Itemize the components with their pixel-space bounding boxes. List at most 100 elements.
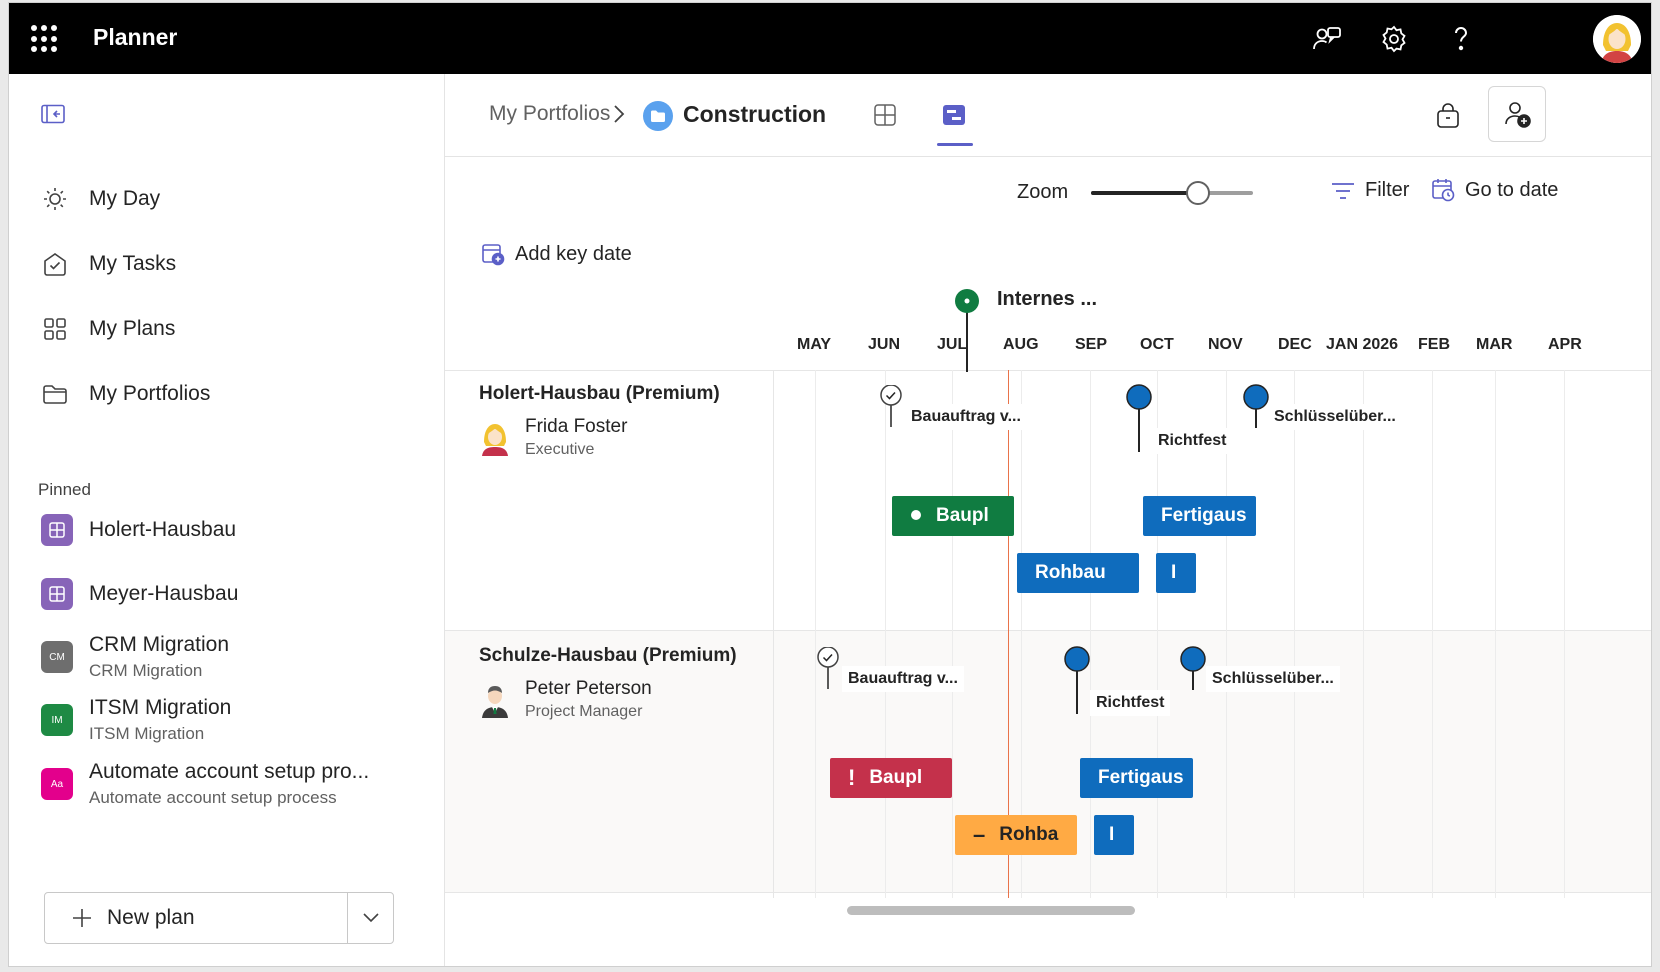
- feedback-icon[interactable]: [1311, 23, 1343, 55]
- main-area: My Portfolios Construction Zoom Filter G…: [445, 74, 1651, 966]
- pinned-title: ITSM Migration: [89, 696, 232, 719]
- month-grid-line: [1564, 370, 1565, 898]
- month-label: APR: [1548, 336, 1582, 353]
- month-grid-line: [1363, 370, 1364, 898]
- nav-my-day[interactable]: My Day: [41, 179, 160, 219]
- task-bar-label: Fertigaus: [1098, 767, 1184, 788]
- key-date-marker[interactable]: [953, 288, 981, 372]
- milestone-marker[interactable]: [1063, 646, 1091, 716]
- milestone-marker[interactable]: [1125, 384, 1153, 454]
- task-bar-label: I: [1109, 824, 1115, 845]
- task-bar[interactable]: ! Baupl: [830, 758, 952, 798]
- nav-label: My Tasks: [89, 252, 177, 275]
- month-label: OCT: [1140, 336, 1174, 353]
- milestone-complete-marker[interactable]: [879, 385, 907, 427]
- settings-icon[interactable]: [1378, 23, 1410, 55]
- app-launcher-icon[interactable]: [31, 25, 59, 53]
- nav-my-plans[interactable]: My Plans: [41, 309, 175, 349]
- milestone-label[interactable]: Richtfest: [1152, 428, 1233, 454]
- nav-my-tasks[interactable]: My Tasks: [41, 244, 176, 284]
- task-bar-label: I: [1171, 562, 1177, 583]
- month-label: JAN 2026: [1326, 336, 1399, 353]
- urgent-icon: !: [848, 765, 856, 790]
- nav-label: My Day: [89, 187, 161, 210]
- task-bar-label: Rohba: [999, 824, 1059, 845]
- milestone-label[interactable]: Bauauftrag v...: [842, 666, 964, 692]
- timeline: MAY JUN JUL AUG SEP OCT NOV DEC JAN 2026…: [445, 74, 1651, 966]
- plus-icon: [73, 909, 91, 927]
- plan-badge: Aa: [41, 768, 73, 800]
- month-label: SEP: [1075, 336, 1108, 353]
- month-label: NOV: [1208, 336, 1243, 353]
- timeline-top-divider: [445, 370, 1651, 371]
- sun-icon: [44, 188, 66, 210]
- plan-title[interactable]: Holert-Hausbau (Premium): [479, 383, 720, 405]
- row-divider: [445, 892, 1651, 893]
- month-label: FEB: [1418, 336, 1450, 353]
- row-divider: [445, 630, 1651, 631]
- pinned-title: Automate account setup pro...: [89, 760, 370, 783]
- milestone-label[interactable]: Schlüsselüber...: [1206, 666, 1340, 692]
- tasks-icon: [44, 253, 66, 276]
- pinned-item-holert-hausbau[interactable]: Holert-Hausbau: [41, 514, 236, 546]
- app-title: Planner: [93, 24, 178, 50]
- task-bar[interactable]: Rohbau: [1017, 553, 1139, 593]
- month-label: MAR: [1476, 336, 1513, 353]
- month-grid-line: [1495, 370, 1496, 898]
- collapse-sidebar-icon[interactable]: [41, 104, 65, 124]
- grid-icon: [44, 318, 66, 340]
- task-bar-label: Baupl: [869, 767, 923, 788]
- month-grid-line: [1432, 370, 1433, 898]
- pinned-title: CRM Migration: [89, 633, 230, 656]
- pinned-subtitle: ITSM Migration: [89, 724, 205, 743]
- milestone-label[interactable]: Richtfest: [1090, 690, 1171, 716]
- pinned-heading: Pinned: [38, 480, 91, 499]
- plan-badge: IM: [41, 704, 73, 736]
- new-plan-dropdown[interactable]: [347, 893, 393, 943]
- month-grid-line: [815, 370, 816, 898]
- nav-label: My Plans: [89, 317, 176, 340]
- in-progress-icon: [910, 505, 922, 527]
- person-avatar: [482, 686, 508, 718]
- task-bar[interactable]: I: [1094, 815, 1134, 855]
- plan-icon: [41, 578, 73, 610]
- pinned-item-crm-migration[interactable]: CM CRM Migration CRM Migration: [41, 633, 229, 681]
- milestone-marker[interactable]: [1179, 646, 1207, 692]
- pinned-item-meyer-hausbau[interactable]: Meyer-Hausbau: [41, 578, 238, 610]
- task-bar-label: Fertigaus: [1161, 505, 1247, 526]
- new-plan-button[interactable]: New plan: [44, 892, 394, 944]
- user-avatar[interactable]: [1593, 15, 1641, 63]
- month-label: AUG: [1003, 336, 1039, 353]
- pinned-title: Holert-Hausbau: [89, 518, 237, 541]
- pinned-subtitle: CRM Migration: [89, 661, 203, 680]
- milestone-marker[interactable]: [1242, 384, 1270, 430]
- milestone-label[interactable]: Bauauftrag v...: [905, 404, 1027, 430]
- task-bar[interactable]: Fertigaus: [1080, 758, 1193, 798]
- task-bar[interactable]: – Rohba: [955, 815, 1077, 855]
- new-plan-label: New plan: [107, 906, 195, 929]
- task-bar[interactable]: I: [1156, 553, 1196, 593]
- person-name: Frida Foster: [525, 416, 628, 437]
- task-bar[interactable]: Baupl: [892, 496, 1014, 536]
- app-window: Planner My Day My Tasks My Plans My Port…: [8, 2, 1652, 967]
- milestone-complete-marker[interactable]: [816, 647, 844, 689]
- month-label: MAY: [797, 336, 832, 353]
- horizontal-scrollbar[interactable]: [847, 906, 1135, 915]
- help-icon[interactable]: [1445, 23, 1477, 55]
- person-avatar: [482, 424, 508, 456]
- nav-my-portfolios[interactable]: My Portfolios: [41, 374, 210, 414]
- person-role: Project Manager: [525, 703, 643, 720]
- month-label: DEC: [1278, 336, 1312, 353]
- pinned-item-itsm-migration[interactable]: IM ITSM Migration ITSM Migration: [41, 696, 231, 744]
- month-grid-line: [1294, 370, 1295, 898]
- person-role: Executive: [525, 441, 595, 458]
- pinned-item-automate-account-setup[interactable]: Aa Automate account setup pro... Automat…: [41, 760, 369, 808]
- task-bar[interactable]: Fertigaus: [1143, 496, 1256, 536]
- milestone-label[interactable]: Schlüsselüber...: [1268, 404, 1402, 430]
- key-date-label[interactable]: Internes ...: [997, 288, 1097, 311]
- label-column-divider: [773, 370, 774, 898]
- plan-owner: Frida Foster Executive: [479, 416, 627, 459]
- plan-title[interactable]: Schulze-Hausbau (Premium): [479, 645, 737, 667]
- pinned-subtitle: Automate account setup process: [89, 788, 337, 807]
- task-bar-label: Baupl: [936, 505, 989, 526]
